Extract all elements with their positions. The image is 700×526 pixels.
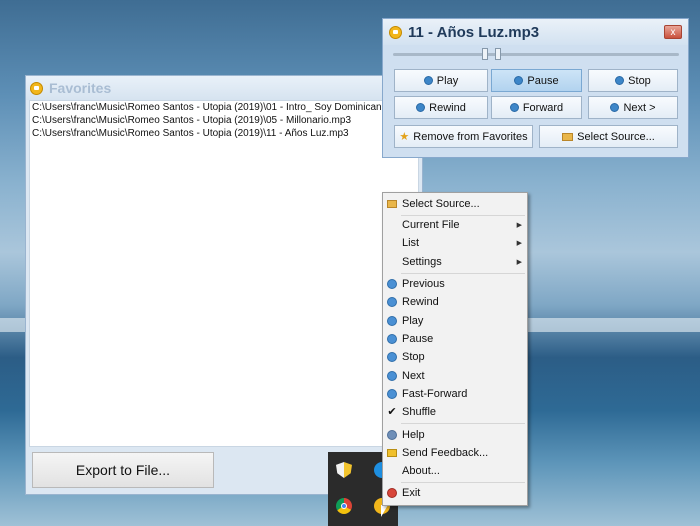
next-label: Next >	[623, 101, 656, 114]
rewind-button[interactable]: Rewind	[394, 96, 488, 119]
close-button[interactable]: x	[664, 25, 682, 39]
menu-item-previous[interactable]: Previous	[383, 275, 527, 293]
fast-forward-icon	[387, 389, 397, 399]
favorites-list[interactable]: C:\Users\franc\Music\Romeo Santos - Utop…	[29, 100, 419, 447]
submenu-arrow-icon: ▶	[516, 259, 522, 266]
menu-item-rewind[interactable]: Rewind	[383, 293, 527, 311]
pause-icon	[514, 76, 524, 85]
pause-label: Pause	[527, 74, 559, 87]
menu-item-label: Shuffle	[402, 406, 437, 418]
menu-item-label: Next	[402, 370, 425, 382]
favorites-titlebar[interactable]: Favorites	[26, 76, 422, 100]
menu-item-label: Help	[402, 429, 425, 441]
menu-item-label: Play	[402, 315, 424, 327]
menu-item-label: Previous	[402, 278, 445, 290]
player-title: 11 - Años Luz.mp3	[408, 23, 540, 41]
play-icon	[423, 76, 433, 85]
menu-divider	[401, 482, 525, 483]
menu-item-list[interactable]: List ▶	[383, 234, 527, 252]
folder-icon	[387, 200, 397, 208]
play-button[interactable]: Play	[394, 69, 488, 92]
mouse-cursor-icon	[381, 505, 388, 517]
favorites-title: Favorites	[49, 80, 112, 96]
menu-item-label: Stop	[402, 351, 425, 363]
menu-item-label: Send Feedback...	[402, 447, 489, 459]
app-icon	[30, 81, 43, 95]
forward-icon	[509, 103, 519, 112]
help-icon	[387, 430, 397, 440]
menu-item-label: List	[402, 237, 420, 249]
stop-label: Stop	[628, 74, 651, 87]
menu-item-label: Fast-Forward	[402, 388, 468, 400]
menu-item-about[interactable]: About...	[383, 462, 527, 480]
stop-icon	[615, 76, 625, 85]
rewind-icon	[387, 297, 397, 307]
seek-thumb[interactable]	[482, 48, 488, 60]
menu-item-stop[interactable]: Stop	[383, 348, 527, 366]
feedback-icon	[387, 449, 397, 457]
menu-item-label: Exit	[402, 487, 421, 499]
select-source-label: Select Source...	[577, 130, 655, 143]
menu-item-pause[interactable]: Pause	[383, 330, 527, 348]
app-icon	[389, 25, 402, 39]
menu-item-select-source[interactable]: Select Source...	[383, 195, 527, 213]
previous-icon	[387, 279, 397, 289]
folder-icon	[562, 132, 574, 141]
favorites-window: Favorites C:\Users\franc\Music\Romeo San…	[25, 75, 423, 495]
export-to-file-button[interactable]: Export to File...	[32, 452, 214, 488]
menu-item-send-feedback[interactable]: Send Feedback...	[383, 444, 527, 462]
menu-item-help[interactable]: Help	[383, 426, 527, 444]
remove-from-favorites-label: Remove from Favorites	[413, 130, 528, 143]
rewind-icon	[416, 103, 426, 112]
menu-divider	[401, 423, 525, 424]
menu-item-play[interactable]: Play	[383, 312, 527, 330]
menu-item-current-file[interactable]: Current File ▶	[383, 216, 527, 234]
next-icon	[387, 371, 397, 381]
menu-item-label: Pause	[402, 333, 434, 345]
submenu-arrow-icon: ▶	[516, 240, 522, 247]
menu-item-shuffle[interactable]: ✔ Shuffle	[383, 403, 527, 421]
chrome-icon[interactable]	[336, 498, 352, 514]
star-icon: ★	[399, 131, 410, 143]
menu-item-label: Select Source...	[402, 198, 480, 210]
menu-item-next[interactable]: Next	[383, 367, 527, 385]
menu-item-exit[interactable]: Exit	[383, 484, 527, 502]
rewind-label: Rewind	[429, 101, 466, 114]
security-shield-icon[interactable]	[336, 462, 352, 478]
list-item[interactable]: C:\Users\franc\Music\Romeo Santos - Utop…	[30, 127, 418, 140]
menu-item-fast-forward[interactable]: Fast-Forward	[383, 385, 527, 403]
next-icon	[610, 103, 620, 112]
list-item[interactable]: C:\Users\franc\Music\Romeo Santos - Utop…	[30, 114, 418, 127]
pause-button[interactable]: Pause	[491, 69, 582, 92]
play-label: Play	[436, 74, 459, 87]
menu-item-label: Current File	[402, 219, 460, 231]
context-menu: Select Source... Current File ▶ List ▶ S…	[382, 192, 528, 506]
menu-item-label: About...	[402, 465, 440, 477]
about-icon	[387, 466, 397, 476]
remove-from-favorites-button[interactable]: ★ Remove from Favorites	[394, 125, 533, 148]
player-titlebar[interactable]: 11 - Años Luz.mp3	[383, 19, 688, 45]
exit-icon	[387, 488, 397, 498]
menu-item-label: Settings	[402, 256, 442, 268]
forward-label: Forward	[522, 101, 564, 114]
player-window: 11 - Años Luz.mp3 x Play Pause Stop Rewi…	[382, 18, 689, 158]
pause-icon	[387, 334, 397, 344]
select-source-button[interactable]: Select Source...	[539, 125, 678, 148]
seek-slider[interactable]	[393, 48, 679, 60]
forward-button[interactable]: Forward	[491, 96, 582, 119]
submenu-arrow-icon: ▶	[516, 222, 522, 229]
play-icon	[387, 316, 397, 326]
stop-icon	[387, 352, 397, 362]
volume-thumb[interactable]	[495, 48, 501, 60]
stop-button[interactable]: Stop	[588, 69, 678, 92]
next-button[interactable]: Next >	[588, 96, 678, 119]
list-item[interactable]: C:\Users\franc\Music\Romeo Santos - Utop…	[30, 101, 418, 114]
menu-divider	[401, 273, 525, 274]
check-icon: ✔	[387, 406, 397, 418]
menu-item-settings[interactable]: Settings ▶	[383, 253, 527, 271]
menu-item-label: Rewind	[402, 296, 439, 308]
